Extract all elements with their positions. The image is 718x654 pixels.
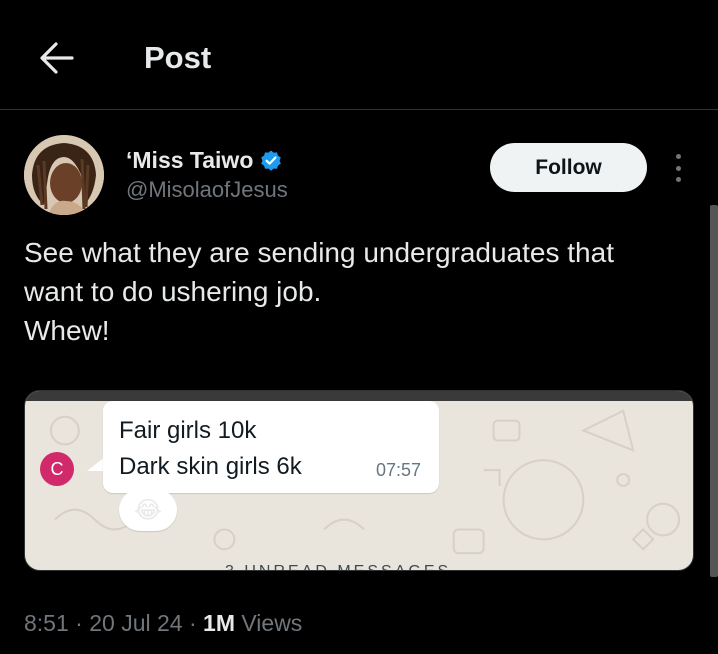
- arrow-left-icon: [40, 42, 74, 74]
- avatar-photo: [24, 135, 104, 215]
- views-count: 1M: [203, 610, 235, 636]
- laughing-emoji-icon: 😂: [133, 496, 163, 524]
- views-label: Views: [241, 610, 303, 636]
- post-meta: 8:51 · 20 Jul 24 · 1M Views: [24, 610, 302, 637]
- tweet-media-image[interactable]: C Fair girls 10k Dark skin girls 6k 07:5…: [24, 390, 694, 571]
- back-button[interactable]: [36, 38, 76, 78]
- post-date[interactable]: 20 Jul 24: [89, 610, 182, 636]
- media-top-band: [25, 391, 693, 401]
- meta-separator: ·: [188, 610, 197, 636]
- author-display-name[interactable]: ‘Miss Taiwo: [126, 147, 253, 174]
- meta-separator: ·: [75, 610, 83, 636]
- avatar[interactable]: [24, 135, 104, 215]
- page-title: Post: [144, 40, 212, 75]
- reaction-emoji-bubble: 😂: [119, 489, 177, 531]
- tweet-text-line: want to do ushering job.: [24, 276, 322, 307]
- author-name-row: ‘Miss Taiwo: [126, 147, 283, 174]
- more-options-icon[interactable]: [668, 150, 688, 186]
- message-line: Dark skin girls 6k: [119, 453, 302, 480]
- unread-messages-banner: 3 UNREAD MESSAGES: [225, 563, 451, 570]
- contact-avatar: C: [40, 452, 74, 486]
- tweet-text-line: See what they are sending undergraduates…: [24, 237, 614, 268]
- follow-button[interactable]: Follow: [490, 143, 647, 192]
- message-time: 07:57: [375, 460, 421, 480]
- verified-badge-icon: [261, 150, 282, 171]
- post-time[interactable]: 8:51: [24, 610, 69, 636]
- tweet-text-line: Whew!: [24, 315, 110, 346]
- message-bubble: Fair girls 10k Dark skin girls 6k 07:57: [103, 401, 439, 493]
- top-bar: Post: [0, 0, 718, 110]
- tweet-text: See what they are sending undergraduates…: [24, 233, 704, 350]
- author-handle[interactable]: @MisolaofJesus: [126, 177, 288, 203]
- scrollbar[interactable]: [710, 205, 718, 577]
- message-line: Fair girls 10k: [119, 417, 257, 444]
